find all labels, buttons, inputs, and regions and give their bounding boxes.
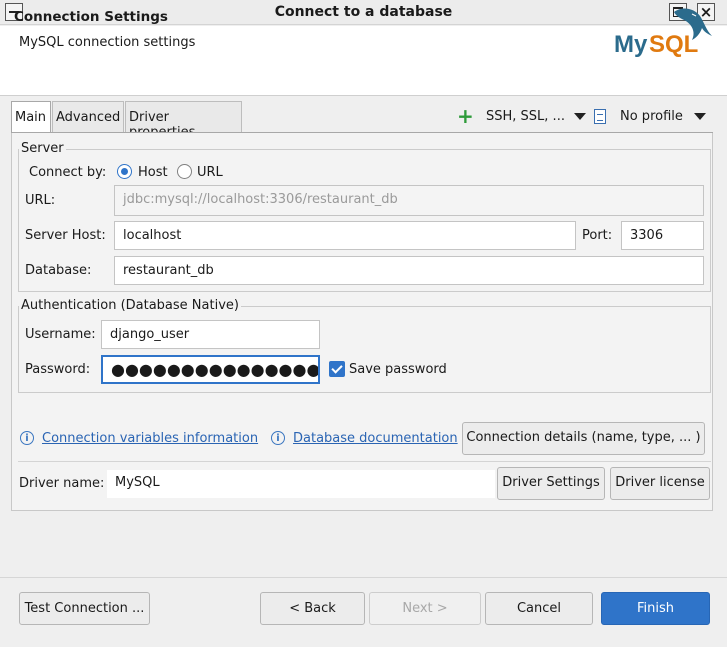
username-label: Username: <box>25 327 96 342</box>
profile-dropdown-label[interactable]: No profile <box>620 109 683 124</box>
plus-icon[interactable]: + <box>457 106 474 126</box>
separator <box>18 461 711 462</box>
test-connection-button[interactable]: Test Connection ... <box>19 592 150 625</box>
server-legend: Server <box>19 141 66 156</box>
driver-settings-button[interactable]: Driver Settings <box>497 467 605 500</box>
connection-variables-link[interactable]: Connection variables information <box>42 431 258 446</box>
header-title: Connection Settings <box>14 9 168 25</box>
svg-text:SQL: SQL <box>649 31 698 58</box>
ssh-dropdown-label[interactable]: SSH, SSL, ... <box>486 109 565 124</box>
chevron-down-icon[interactable] <box>694 113 706 120</box>
radio-url[interactable] <box>177 164 192 179</box>
password-input[interactable]: ●●●●●●●●●●●●●●● <box>101 355 320 384</box>
save-password-label[interactable]: Save password <box>349 362 447 377</box>
username-input[interactable]: django_user <box>101 320 320 349</box>
database-input[interactable]: restaurant_db <box>114 256 704 285</box>
database-label: Database: <box>25 263 92 278</box>
header-subtitle: MySQL connection settings <box>19 35 196 50</box>
finish-button[interactable]: Finish <box>601 592 710 625</box>
database-documentation-link[interactable]: Database documentation <box>293 431 458 446</box>
driver-name-label: Driver name: <box>19 476 105 491</box>
driver-name-field: MySQL <box>107 470 495 498</box>
tab-main[interactable]: Main <box>11 101 51 133</box>
driver-license-button[interactable]: Driver license <box>610 467 710 500</box>
cancel-button[interactable]: Cancel <box>485 592 593 625</box>
chevron-down-icon[interactable] <box>574 113 586 120</box>
port-input[interactable]: 3306 <box>621 221 704 250</box>
radio-host-label[interactable]: Host <box>138 165 168 180</box>
info-icon: i <box>20 431 34 445</box>
radio-url-label[interactable]: URL <box>197 165 223 180</box>
port-label: Port: <box>582 228 613 243</box>
save-password-checkbox[interactable] <box>329 361 345 377</box>
connect-by-label: Connect by: <box>29 165 107 180</box>
server-host-input[interactable]: localhost <box>114 221 576 250</box>
back-button[interactable]: < Back <box>260 592 365 625</box>
tab-advanced[interactable]: Advanced <box>52 101 124 132</box>
tab-driver-properties[interactable]: Driver properties <box>125 101 242 140</box>
footer-divider <box>0 577 727 578</box>
radio-host[interactable] <box>117 164 132 179</box>
password-label: Password: <box>25 362 91 377</box>
server-host-label: Server Host: <box>25 228 106 243</box>
mysql-logo: My SQL <box>614 8 712 58</box>
next-button[interactable]: Next > <box>369 592 481 625</box>
document-icon <box>594 109 606 124</box>
connection-details-button[interactable]: Connection details (name, type, ... ) <box>462 422 705 455</box>
info-icon: i <box>271 431 285 445</box>
url-input[interactable]: jdbc:mysql://localhost:3306/restaurant_d… <box>114 185 704 216</box>
svg-text:My: My <box>614 31 648 58</box>
auth-legend: Authentication (Database Native) <box>19 298 241 313</box>
url-label: URL: <box>25 193 56 208</box>
